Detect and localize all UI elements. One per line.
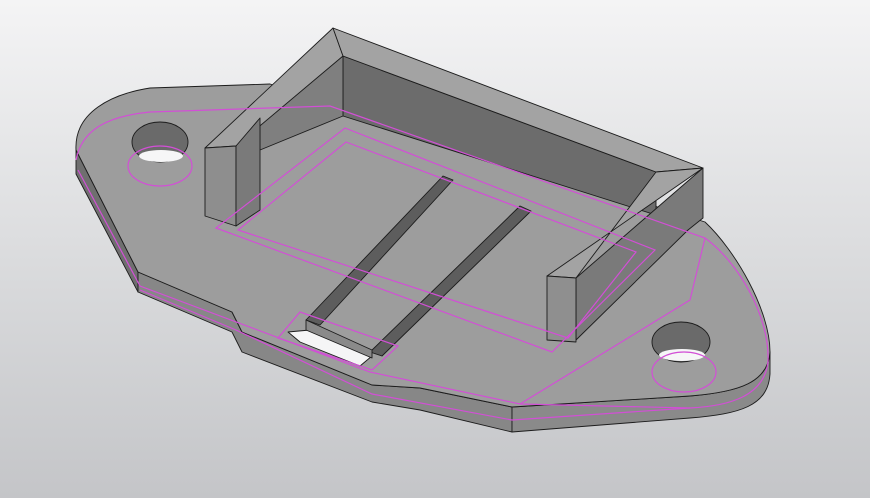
- model-canvas[interactable]: [0, 0, 870, 498]
- left-pillar-front-face: [204, 145, 237, 227]
- cad-viewport[interactable]: [0, 0, 870, 498]
- left-hole-floor: [139, 150, 183, 162]
